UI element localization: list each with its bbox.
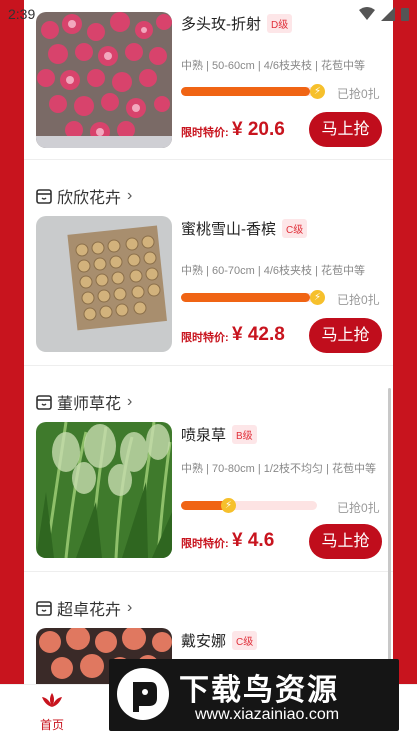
sale-progress-bar: ⚡ bbox=[181, 498, 317, 513]
buy-now-button[interactable]: 马上抢 bbox=[309, 524, 382, 559]
sold-count: 已抢0扎 bbox=[337, 87, 380, 101]
product-spec: 中熟 | 60-70cm | 4/6枝夹枝 | 花苞中等 bbox=[181, 265, 365, 277]
bird-logo-icon bbox=[117, 668, 169, 720]
chevron-right-icon: › bbox=[127, 599, 133, 616]
nav-home[interactable]: 首页 bbox=[32, 691, 72, 733]
lightning-icon: ⚡ bbox=[310, 84, 325, 99]
status-bar: 2:39 bbox=[8, 4, 409, 24]
buy-now-button[interactable]: 马上抢 bbox=[309, 112, 382, 147]
product-name[interactable]: 蜜桃雪山-香槟 bbox=[181, 218, 276, 239]
signal-icon bbox=[381, 7, 395, 21]
product-name-row: 喷泉草 B级 bbox=[181, 424, 257, 445]
shop-name: 超卓花卉 bbox=[57, 602, 122, 619]
lightning-icon: ⚡ bbox=[310, 290, 325, 305]
shop-name: 欣欣花卉 bbox=[57, 190, 122, 207]
store-icon bbox=[36, 601, 52, 616]
sold-count: 已抢0扎 bbox=[337, 501, 380, 515]
sale-progress-bar: ⚡ bbox=[181, 290, 325, 305]
store-icon bbox=[36, 189, 52, 204]
sold-count: 已抢0扎 bbox=[337, 293, 380, 307]
price-label: 限时特价: bbox=[181, 538, 229, 550]
product-card: 多头玫-折射 D级 中熟 | 50-60cm | 4/6枝夹枝 | 花苞中等 ⚡… bbox=[24, 0, 393, 160]
grade-badge: C级 bbox=[282, 219, 308, 238]
product-card: 董师草花 › 喷泉草 B级 中熟 | 70-80cm | 1/2枝不均匀 | 花… bbox=[24, 366, 393, 571]
shop-link[interactable]: 董师草花 › bbox=[35, 390, 132, 414]
sale-progress-bar: ⚡ bbox=[181, 84, 325, 99]
sale-progress-fill bbox=[181, 293, 311, 302]
product-name-row: 戴安娜 C级 bbox=[181, 630, 258, 651]
product-image[interactable] bbox=[36, 216, 172, 352]
product-name-row: 蜜桃雪山-香槟 C级 bbox=[181, 218, 308, 239]
watermark-title: 下载鸟资源 bbox=[179, 674, 339, 707]
status-time: 2:39 bbox=[8, 6, 36, 22]
watermark-url: www.xiazainiao.com bbox=[195, 706, 340, 723]
lightning-icon: ⚡ bbox=[221, 498, 236, 513]
product-name[interactable]: 戴安娜 bbox=[181, 630, 226, 651]
scrollbar[interactable] bbox=[388, 388, 391, 688]
product-name[interactable]: 喷泉草 bbox=[181, 424, 226, 445]
buy-now-button[interactable]: 马上抢 bbox=[309, 318, 382, 353]
product-list[interactable]: 多头玫-折射 D级 中熟 | 50-60cm | 4/6枝夹枝 | 花苞中等 ⚡… bbox=[24, 0, 393, 684]
product-spec: 中熟 | 70-80cm | 1/2枝不均匀 | 花苞中等 bbox=[181, 463, 376, 475]
battery-icon bbox=[401, 8, 409, 21]
shop-link[interactable]: 超卓花卉 › bbox=[35, 596, 132, 620]
product-image[interactable] bbox=[36, 422, 172, 558]
price-label: 限时特价: bbox=[181, 127, 229, 139]
nav-home-label: 首页 bbox=[39, 718, 64, 732]
left-red-frame bbox=[0, 0, 24, 684]
shop-name: 董师草花 bbox=[57, 396, 122, 413]
store-icon bbox=[36, 395, 52, 410]
price: ¥ 42.8 bbox=[232, 324, 285, 345]
chevron-right-icon: › bbox=[127, 393, 133, 410]
lotus-home-icon bbox=[42, 693, 62, 707]
grade-badge: B级 bbox=[232, 425, 257, 444]
sale-progress-fill bbox=[181, 87, 311, 96]
grade-badge: C级 bbox=[232, 631, 258, 650]
product-spec: 中熟 | 50-60cm | 4/6枝夹枝 | 花苞中等 bbox=[181, 60, 365, 72]
shop-link[interactable]: 欣欣花卉 › bbox=[35, 184, 132, 208]
product-card: 欣欣花卉 › 蜜桃雪山-香槟 C级 中熟 | 60-70cm | 4/6枝夹枝 … bbox=[24, 160, 393, 365]
price: ¥ 4.6 bbox=[232, 530, 275, 551]
price: ¥ 20.6 bbox=[232, 119, 285, 140]
right-red-frame bbox=[393, 0, 417, 684]
chevron-right-icon: › bbox=[127, 187, 133, 204]
watermark-overlay: 下载鸟资源 www.xiazainiao.com bbox=[109, 659, 399, 731]
product-image[interactable] bbox=[36, 12, 172, 148]
wifi-icon bbox=[359, 7, 375, 20]
price-label: 限时特价: bbox=[181, 332, 229, 344]
